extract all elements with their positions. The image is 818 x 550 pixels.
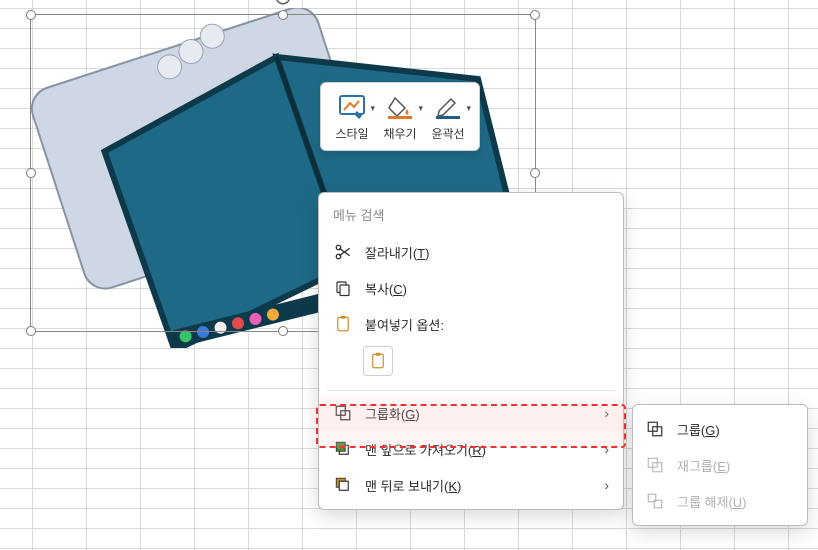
menu-label: 그룹 해제(U) bbox=[677, 492, 747, 511]
shape-style-button[interactable]: ▾ 스타일 bbox=[331, 91, 373, 144]
fill-icon: ▾ bbox=[383, 93, 417, 121]
group-submenu: 그룹(G) 재그룹(E) 그룹 해제(U) bbox=[632, 404, 808, 526]
submenu-arrow-icon: › bbox=[604, 477, 609, 493]
submenu-item-regroup: 재그룹(E) bbox=[633, 447, 807, 483]
menu-item-bring-to-front[interactable]: 맨 앞으로 가져오기(R) › bbox=[319, 431, 623, 467]
regroup-icon bbox=[645, 455, 665, 475]
mini-format-toolbar: ▾ 스타일 ▾ 채우기 ▾ 윤곽선 bbox=[320, 82, 480, 151]
outline-label: 윤곽선 bbox=[431, 125, 464, 142]
menu-label: 그룹화(G) bbox=[365, 404, 420, 423]
fill-label: 채우기 bbox=[383, 125, 416, 142]
clipboard-icon bbox=[369, 352, 387, 370]
submenu-item-group[interactable]: 그룹(G) bbox=[633, 411, 807, 447]
chevron-down-icon: ▾ bbox=[370, 103, 375, 114]
chevron-down-icon: ▾ bbox=[418, 103, 423, 114]
menu-label: 잘라내기(T) bbox=[365, 243, 429, 262]
menu-label: 재그룹(E) bbox=[677, 456, 730, 475]
menu-label: 맨 앞으로 가져오기(R) bbox=[365, 440, 486, 459]
menu-item-group[interactable]: 그룹화(G) › bbox=[319, 395, 623, 431]
submenu-item-ungroup: 그룹 해제(U) bbox=[633, 483, 807, 519]
submenu-arrow-icon: › bbox=[604, 405, 609, 421]
group-icon bbox=[645, 419, 665, 439]
menu-item-copy[interactable]: 복사(C) bbox=[319, 270, 623, 306]
menu-item-paste-options: 붙여넣기 옵션: bbox=[319, 306, 623, 342]
menu-item-send-to-back[interactable]: 맨 뒤로 보내기(K) › bbox=[319, 467, 623, 503]
menu-separator bbox=[327, 390, 615, 391]
menu-label: 붙여넣기 옵션: bbox=[365, 315, 444, 334]
submenu-arrow-icon: › bbox=[604, 441, 609, 457]
paste-option-button[interactable] bbox=[363, 346, 393, 376]
menu-label: 맨 뒤로 보내기(K) bbox=[365, 476, 461, 495]
copy-icon bbox=[333, 278, 353, 298]
menu-label: 복사(C) bbox=[365, 279, 407, 298]
menu-item-cut[interactable]: 잘라내기(T) bbox=[319, 234, 623, 270]
shape-outline-button[interactable]: ▾ 윤곽선 bbox=[427, 91, 469, 144]
scissors-icon bbox=[333, 242, 353, 262]
menu-search-input[interactable]: 메뉴 검색 bbox=[319, 199, 623, 234]
group-icon bbox=[333, 403, 353, 423]
ungroup-icon bbox=[645, 491, 665, 511]
shape-fill-button[interactable]: ▾ 채우기 bbox=[379, 91, 421, 144]
style-icon: ▾ bbox=[335, 93, 369, 121]
send-back-icon bbox=[333, 475, 353, 495]
context-menu: 메뉴 검색 잘라내기(T) 복사(C) 붙여넣기 옵션: 그룹화(G) › bbox=[318, 192, 624, 510]
chevron-down-icon: ▾ bbox=[466, 103, 471, 114]
style-label: 스타일 bbox=[335, 125, 368, 142]
outline-icon: ▾ bbox=[431, 93, 465, 121]
menu-label: 그룹(G) bbox=[677, 420, 720, 439]
bring-front-icon bbox=[333, 439, 353, 459]
clipboard-icon bbox=[333, 314, 353, 334]
